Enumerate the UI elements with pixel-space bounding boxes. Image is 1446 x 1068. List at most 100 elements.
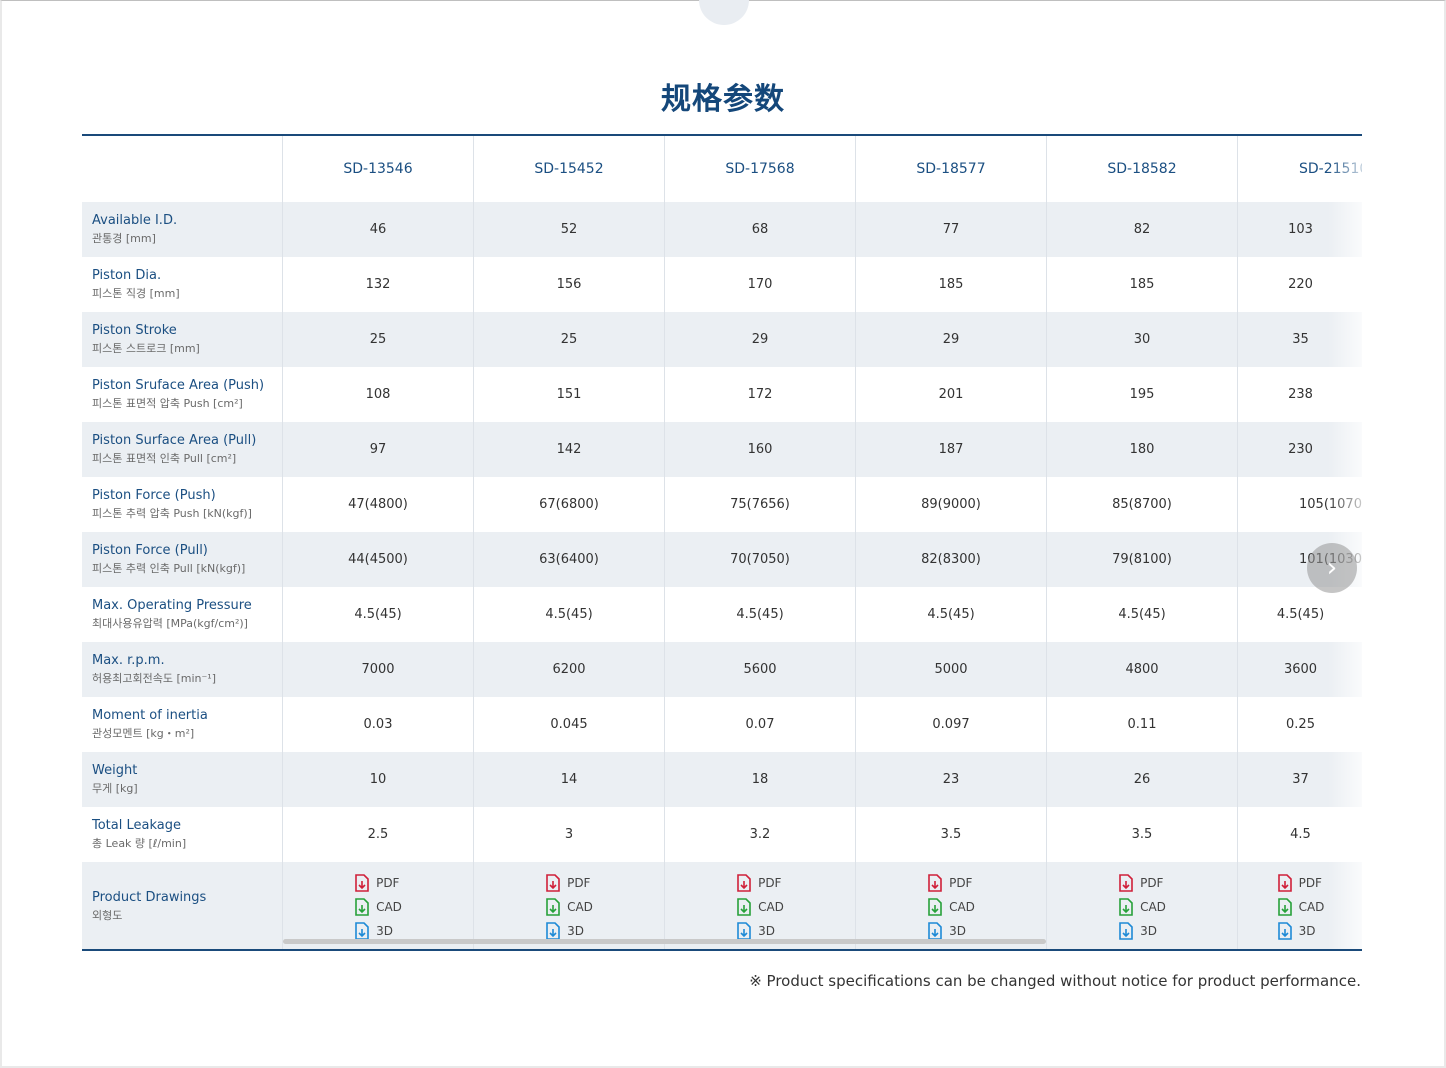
drawing-links: PDF CAD 3D <box>1277 873 1324 941</box>
drawing-link-3d[interactable]: 3D <box>354 921 393 941</box>
spec-label-cell: Moment of inertia 관성모멘트 [kg・m²] <box>82 697 283 752</box>
spec-value-cell: 0.07 <box>665 697 856 752</box>
drawings-label-ko: 외형도 <box>92 909 123 922</box>
spec-value: 0.045 <box>550 717 588 732</box>
spec-value: 156 <box>556 277 582 292</box>
spec-value-cell: 6200 <box>474 642 665 697</box>
3d-file-icon <box>736 921 752 940</box>
spec-value-cell: 4.5(45) <box>856 587 1047 642</box>
spec-value: 14 <box>560 772 578 787</box>
drawing-link-cad[interactable]: CAD <box>927 897 975 917</box>
drawing-link-3d[interactable]: 3D <box>736 921 775 941</box>
drawing-link-pdf[interactable]: PDF <box>736 873 781 893</box>
spec-label-cell: Piston Sruface Area (Push) 피스톤 표면적 압축 Pus… <box>82 367 283 422</box>
spec-value-cell: 105(10700 <box>1238 477 1362 532</box>
spec-value: 79(8100) <box>1112 552 1172 567</box>
spec-value-cell: 4.5(45) <box>474 587 665 642</box>
drawing-link-cad[interactable]: CAD <box>1118 897 1166 917</box>
spec-label-ko: 피스톤 직경 [mm] <box>92 287 180 300</box>
spec-value-cell: 187 <box>856 422 1047 477</box>
drawing-link-label: CAD <box>758 899 784 914</box>
spec-value-cell: 82(8300) <box>856 532 1047 587</box>
spec-value-cell: 5000 <box>856 642 1047 697</box>
spec-value: 3.2 <box>749 827 771 842</box>
spec-value: 201 <box>938 387 964 402</box>
drawing-link-3d[interactable]: 3D <box>1118 921 1157 941</box>
drawing-link-cad[interactable]: CAD <box>545 897 593 917</box>
drawing-link-label: CAD <box>949 899 975 914</box>
drawings-cell: PDF CAD 3D <box>665 862 856 949</box>
spec-value: 187 <box>938 442 964 457</box>
drawing-link-pdf[interactable]: PDF <box>927 873 972 893</box>
spec-value-cell: 30 <box>1047 312 1238 367</box>
3d-file-icon <box>1277 921 1293 940</box>
spec-value: 185 <box>1129 277 1155 292</box>
drawing-link-3d[interactable]: 3D <box>1277 921 1315 941</box>
spec-value-cell: 3 <box>474 807 665 862</box>
model-header-cell: SD-18582 <box>1047 136 1238 202</box>
spec-label-ko: 피스톤 표면적 압축 Push [cm²] <box>92 397 243 410</box>
spec-value-cell: 0.25 <box>1238 697 1362 752</box>
drawing-link-pdf[interactable]: PDF <box>1118 873 1163 893</box>
drawing-link-cad[interactable]: CAD <box>736 897 784 917</box>
chevron-right-icon: › <box>1326 553 1338 583</box>
drawing-link-3d[interactable]: 3D <box>545 921 584 941</box>
top-decoration <box>699 0 749 25</box>
spec-value-cell: 4.5(45) <box>1238 587 1362 642</box>
pdf-file-icon <box>927 873 943 892</box>
spec-value-cell: 3.5 <box>1047 807 1238 862</box>
spec-value: 180 <box>1129 442 1155 457</box>
spec-value: 89(9000) <box>921 497 981 512</box>
spec-value-cell: 82 <box>1047 202 1238 257</box>
pdf-file-icon <box>545 873 561 892</box>
spec-value: 26 <box>1133 772 1151 787</box>
model-header-cell: SD-17568 <box>665 136 856 202</box>
spec-label-cell: Piston Stroke 피스톤 스트로크 [mm] <box>82 312 283 367</box>
spec-value-cell: 10 <box>283 752 474 807</box>
spec-value: 18 <box>751 772 769 787</box>
spec-value: 4.5(45) <box>1276 607 1325 622</box>
drawing-link-cad[interactable]: CAD <box>1277 897 1324 917</box>
spec-value-cell: 180 <box>1047 422 1238 477</box>
spec-row: Piston Surface Area (Pull) 피스톤 표면적 인축 Pul… <box>82 422 1362 477</box>
spec-value: 185 <box>938 277 964 292</box>
drawing-link-pdf[interactable]: PDF <box>354 873 399 893</box>
spec-value: 0.25 <box>1286 717 1315 732</box>
spec-value: 23 <box>942 772 960 787</box>
next-arrow-button[interactable]: › <box>1307 543 1357 593</box>
spec-label-cell: Max. r.p.m. 허용최고회전속도 [min⁻¹] <box>82 642 283 697</box>
drawing-link-label: PDF <box>1140 875 1164 890</box>
drawing-link-label: PDF <box>376 875 400 890</box>
spec-value: 70(7050) <box>730 552 790 567</box>
spec-label-en: Moment of inertia <box>92 708 208 723</box>
spec-value-cell: 160 <box>665 422 856 477</box>
drawing-link-3d[interactable]: 3D <box>927 921 966 941</box>
spec-notice: ※ Product specifications can be changed … <box>749 972 1361 990</box>
spec-value: 3.5 <box>940 827 962 842</box>
spec-value: 5000 <box>934 662 968 677</box>
drawings-label-cell: Product Drawings 외형도 <box>82 862 283 949</box>
spec-value-cell: 3.2 <box>665 807 856 862</box>
drawing-link-cad[interactable]: CAD <box>354 897 402 917</box>
spec-table[interactable]: SD-13546 SD-15452 SD-17568 SD-18577 SD-18582… <box>82 134 1362 951</box>
horizontal-scrollbar[interactable] <box>283 939 1046 944</box>
spec-value-cell: 77 <box>856 202 1047 257</box>
spec-value: 3.5 <box>1131 827 1153 842</box>
drawing-link-label: PDF <box>1298 875 1322 890</box>
drawing-links: PDF CAD 3D <box>354 873 402 941</box>
spec-value-cell: 0.11 <box>1047 697 1238 752</box>
drawing-link-pdf[interactable]: PDF <box>545 873 590 893</box>
spec-value-cell: 35 <box>1238 312 1362 367</box>
spec-value: 0.07 <box>745 717 775 732</box>
model-header-cell: SD-13546 <box>283 136 474 202</box>
drawing-links: PDF CAD 3D <box>927 873 975 941</box>
spec-label-cell: Piston Dia. 피스톤 직경 [mm] <box>82 257 283 312</box>
spec-label-en: Piston Force (Pull) <box>92 543 208 558</box>
spec-value: 82 <box>1133 222 1151 237</box>
drawing-link-pdf[interactable]: PDF <box>1277 873 1322 893</box>
spec-value-cell: 156 <box>474 257 665 312</box>
spec-value: 68 <box>751 222 769 237</box>
drawing-link-label: CAD <box>567 899 593 914</box>
spec-value: 0.097 <box>932 717 970 732</box>
spec-value: 230 <box>1288 442 1313 457</box>
